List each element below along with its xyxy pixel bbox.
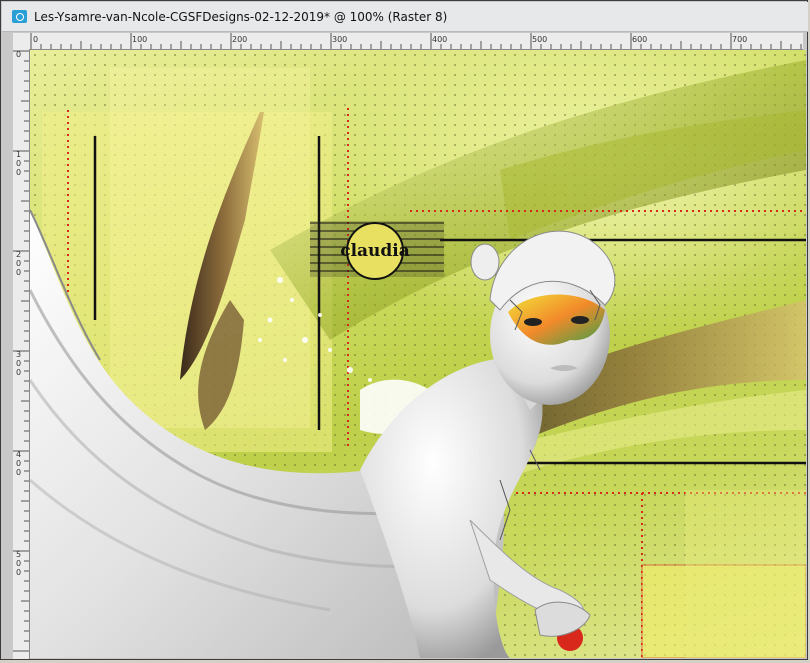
vertical-ruler[interactable]: 0 100 200 300 400 500 (13, 49, 30, 662)
horizontal-ruler-ticks: 0 100 200 300 400 500 600 700 (30, 33, 802, 49)
svg-text:0: 0 (16, 359, 21, 368)
vruler-label-300: 300 (16, 350, 21, 377)
svg-text:0: 0 (16, 468, 21, 477)
hruler-label-100: 100 (132, 35, 147, 44)
watermark-text: claudia (340, 241, 410, 261)
svg-text:0: 0 (16, 159, 21, 168)
svg-text:0: 0 (16, 168, 21, 177)
vruler-label-100: 100 (16, 150, 21, 177)
right-yellow-block-2 (685, 490, 806, 658)
svg-text:0: 0 (16, 559, 21, 568)
svg-text:4: 4 (16, 450, 21, 459)
hruler-label-300: 300 (332, 35, 347, 44)
vruler-label-500: 500 (16, 550, 21, 577)
hruler-label-600: 600 (632, 35, 647, 44)
svg-text:0: 0 (16, 368, 21, 377)
horizontal-ruler[interactable]: 0 100 200 300 400 500 600 700 (29, 33, 803, 50)
svg-text:0: 0 (16, 259, 21, 268)
window-titlebar[interactable]: Les-Ysamre-van-Ncole-CGSFDesigns-02-12-2… (2, 2, 808, 32)
vruler-label-0: 0 (16, 50, 21, 59)
svg-text:3: 3 (16, 350, 21, 359)
window-title: Les-Ysamre-van-Ncole-CGSFDesigns-02-12-2… (34, 10, 448, 24)
woman-hair-bun (470, 243, 500, 281)
svg-text:0: 0 (16, 268, 21, 277)
vruler-label-400: 400 (16, 450, 21, 477)
watermark-block: claudia (310, 221, 444, 280)
vruler-label-200: 200 (16, 250, 21, 277)
svg-text:1: 1 (16, 150, 21, 159)
hruler-label-500: 500 (532, 35, 547, 44)
hruler-label-400: 400 (432, 35, 447, 44)
hruler-label-200: 200 (232, 35, 247, 44)
hruler-label-0: 0 (33, 35, 38, 44)
svg-text:0: 0 (16, 568, 21, 577)
svg-text:0: 0 (16, 459, 21, 468)
image-canvas[interactable]: claudia (30, 50, 806, 658)
svg-text:2: 2 (16, 250, 21, 259)
svg-text:5: 5 (16, 550, 21, 559)
artwork-scene: claudia (30, 60, 806, 658)
image-document-icon (12, 10, 27, 23)
ruler-corner (13, 33, 29, 49)
vertical-ruler-ticks: 0 100 200 300 400 500 (13, 50, 29, 662)
hruler-label-700: 700 (732, 35, 747, 44)
